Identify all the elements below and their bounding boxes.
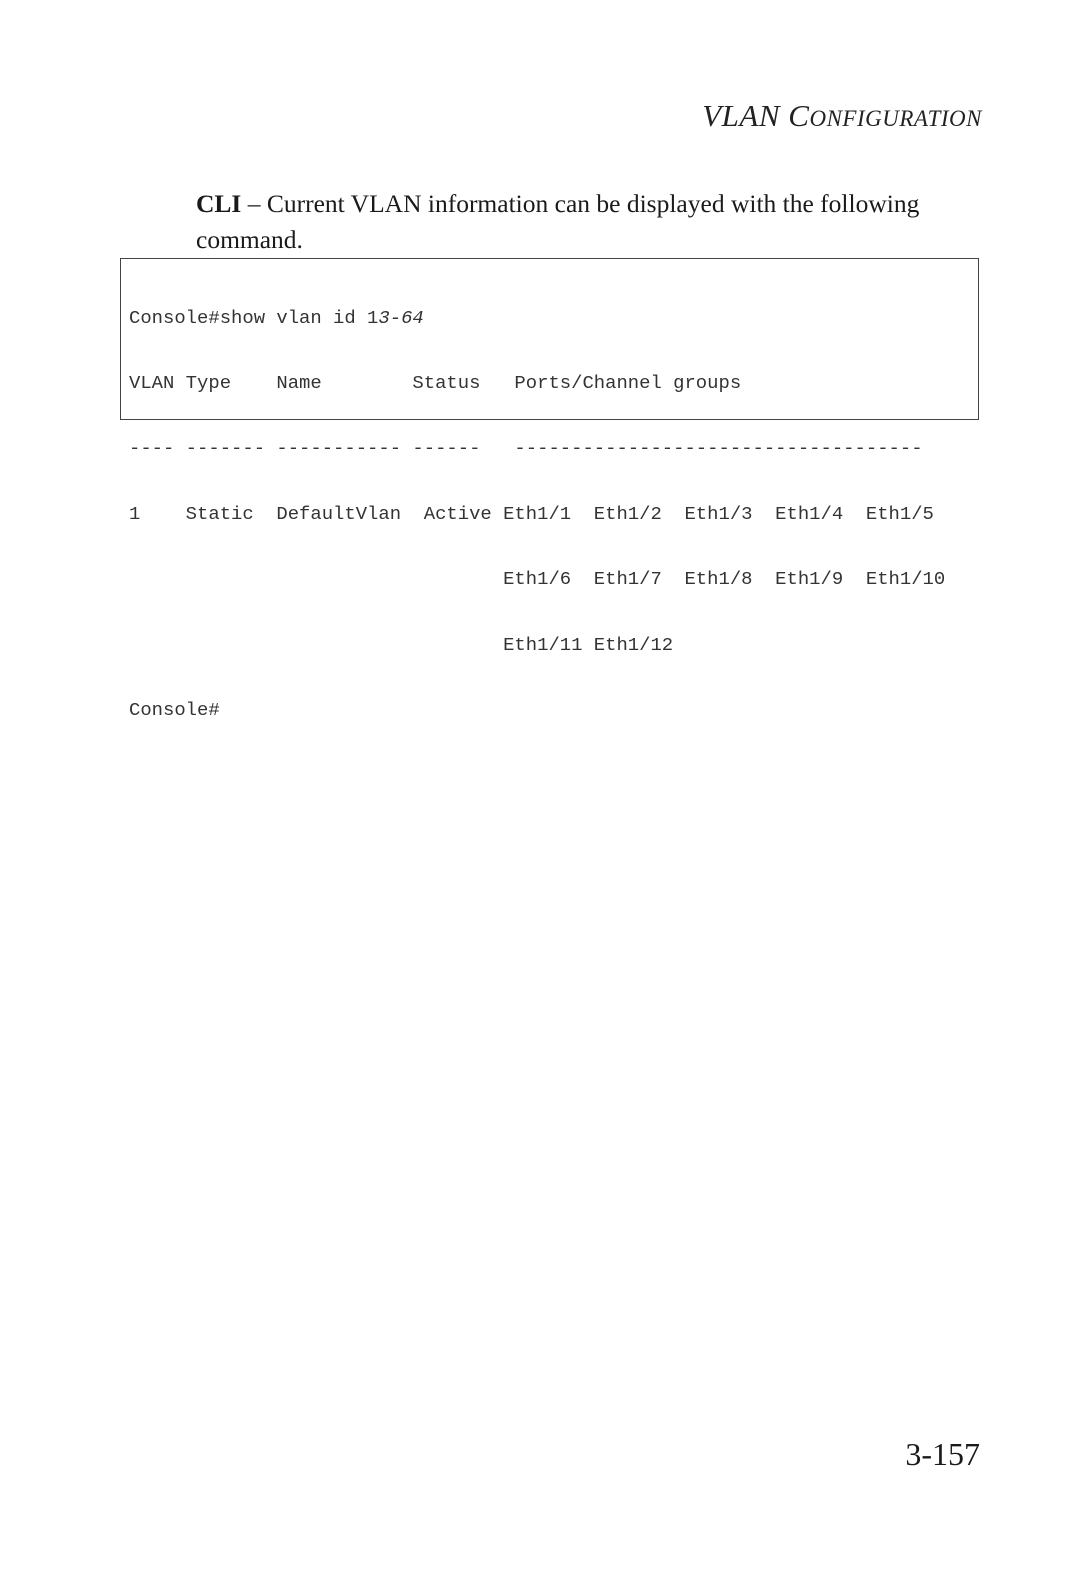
console-table-row-continuation: Eth1/11 Eth1/12: [129, 633, 674, 656]
running-header: VLAN CONFIGURATION: [702, 98, 982, 134]
console-table-row: 1 Static DefaultVlan Active Eth1/1 Eth1/…: [129, 502, 934, 525]
intro-paragraph: CLI – Current VLAN information can be di…: [196, 186, 976, 258]
intro-separator: –: [241, 189, 267, 218]
console-output-box: Console#show vlan id 13-64 VLAN Type Nam…: [120, 258, 979, 721]
running-header-lead: VLAN C: [702, 98, 810, 133]
console-prompt: Console#: [129, 698, 220, 721]
page-number: 3-157: [905, 1436, 980, 1472]
intro-text: Current VLAN information can be displaye…: [196, 189, 920, 254]
console-table-header: VLAN Type Name Status Ports/Channel grou…: [129, 371, 742, 394]
running-header-rest: ONFIGURATION: [809, 106, 982, 131]
intro-lead: CLI: [196, 189, 242, 218]
console-table-divider: ---- ------- ----------- ------ --------…: [129, 437, 923, 460]
console-table-row-continuation: Eth1/6 Eth1/7 Eth1/8 Eth1/9 Eth1/10: [129, 568, 946, 591]
console-command-line: Console#show vlan id 13-64: [129, 306, 978, 330]
console-command-argument: 3-64: [378, 306, 424, 329]
console-command: Console#show vlan id 1: [129, 306, 379, 329]
